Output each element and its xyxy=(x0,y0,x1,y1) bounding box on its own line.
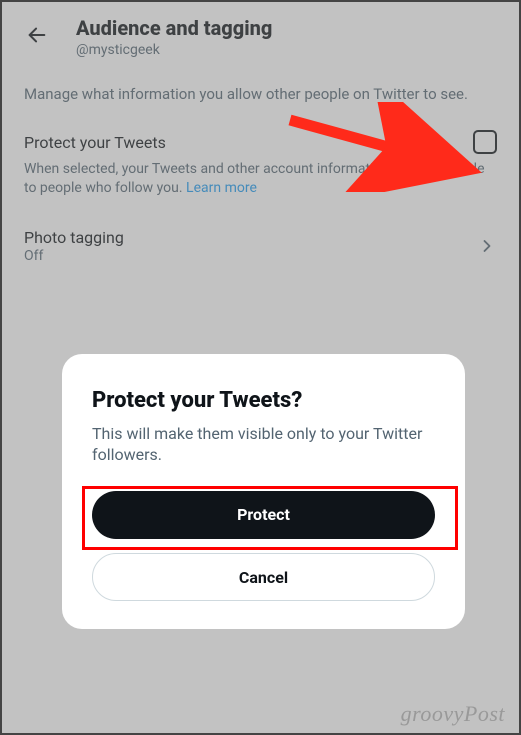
protect-button[interactable]: Protect xyxy=(92,491,435,539)
dialog-title: Protect your Tweets? xyxy=(92,388,435,413)
confirm-dialog: Protect your Tweets? This will make them… xyxy=(62,354,465,629)
dialog-body: This will make them visible only to your… xyxy=(92,423,435,465)
cancel-button[interactable]: Cancel xyxy=(92,553,435,601)
